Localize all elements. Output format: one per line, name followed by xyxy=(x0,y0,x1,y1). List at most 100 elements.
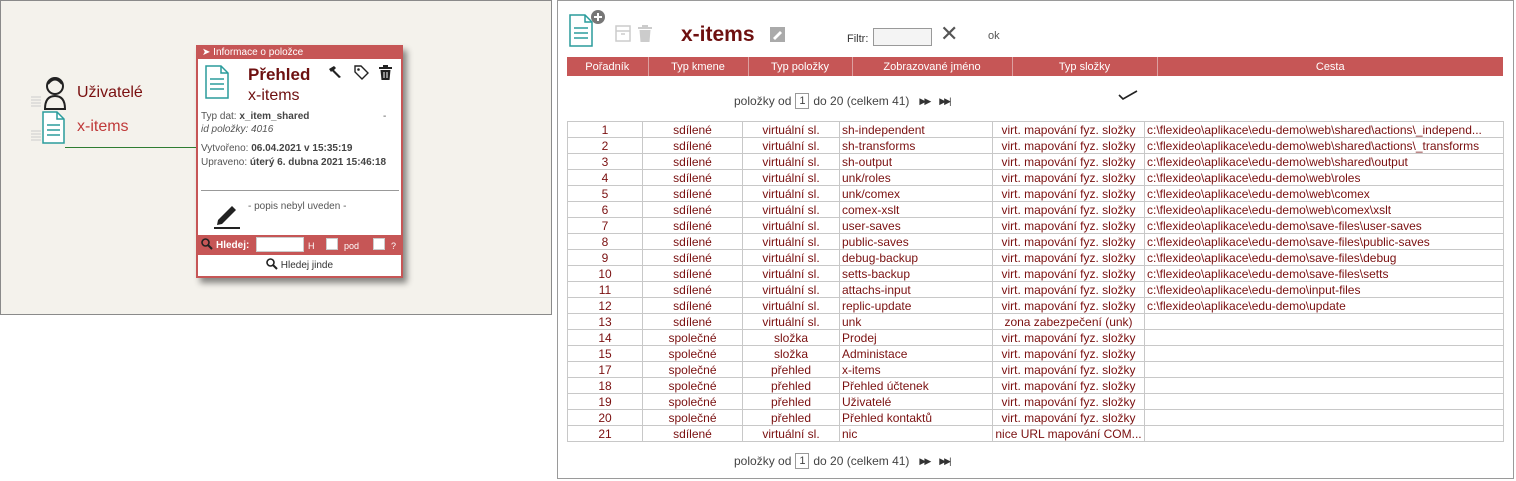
row-order[interactable]: 5 xyxy=(567,185,643,202)
row-item-type[interactable]: přehled xyxy=(742,377,840,394)
row-order[interactable]: 4 xyxy=(567,169,643,186)
row-display-name[interactable]: attachs-input xyxy=(839,281,993,298)
row-folder-type[interactable]: virt. mapování fyz. složky xyxy=(992,361,1145,378)
table-row[interactable]: 1 sdílené virtuální sl. sh-independent virt.… xyxy=(567,121,1504,138)
row-item-type[interactable]: virtuální sl. xyxy=(742,201,840,218)
row-item-type[interactable]: virtuální sl. xyxy=(742,137,840,154)
tree-label-xitems[interactable]: x-items xyxy=(77,118,129,136)
row-order[interactable]: 19 xyxy=(567,393,643,410)
archive-icon[interactable] xyxy=(615,25,631,47)
row-stem-type[interactable]: společné xyxy=(642,345,743,362)
column-header-stem-type[interactable]: Typ kmene xyxy=(648,57,749,76)
row-path[interactable]: c:\flexideo\aplikace\edu-demo\save-files… xyxy=(1144,233,1504,250)
row-order[interactable]: 8 xyxy=(567,233,643,250)
filter-ok-button[interactable]: ok xyxy=(988,30,1000,42)
trash-icon[interactable] xyxy=(638,25,652,47)
row-folder-type[interactable]: zona zabezpečení (unk) xyxy=(992,313,1145,330)
popup-search-input[interactable] xyxy=(256,237,304,252)
row-path[interactable]: c:\flexideo\aplikace\edu-demo\web\comex xyxy=(1144,185,1504,202)
row-stem-type[interactable]: sdílené xyxy=(642,121,743,138)
checkmark-icon[interactable] xyxy=(1118,87,1138,104)
row-folder-type[interactable]: virt. mapování fyz. složky xyxy=(992,201,1145,218)
table-row[interactable]: 11 sdílené virtuální sl. attachs-input virt.… xyxy=(567,281,1504,298)
next-page-icon[interactable]: ▶▶ xyxy=(919,96,931,107)
row-item-type[interactable]: virtuální sl. xyxy=(742,121,840,138)
row-order[interactable]: 6 xyxy=(567,201,643,218)
row-path[interactable] xyxy=(1144,409,1504,426)
table-row[interactable]: 18 společné přehled Přehled účtenek virt. ma… xyxy=(567,377,1504,394)
row-path[interactable]: c:\flexideo\aplikace\edu-demo\save-files… xyxy=(1144,217,1504,234)
row-display-name[interactable]: public-saves xyxy=(839,233,993,250)
row-path[interactable]: c:\flexideo\aplikace\edu-demo\save-files… xyxy=(1144,249,1504,266)
column-header-item-type[interactable]: Typ položky xyxy=(748,57,853,76)
table-row[interactable]: 9 sdílené virtuální sl. debug-backup virt. m… xyxy=(567,249,1504,266)
row-display-name[interactable]: unk xyxy=(839,313,993,330)
row-order[interactable]: 11 xyxy=(567,281,643,298)
row-display-name[interactable]: user-saves xyxy=(839,217,993,234)
trash-icon[interactable] xyxy=(379,65,392,84)
row-folder-type[interactable]: virt. mapování fyz. složky xyxy=(992,185,1145,202)
edit-tag-icon[interactable] xyxy=(770,27,785,47)
table-row[interactable]: 20 společné přehled Přehled kontaktů virt. m… xyxy=(567,409,1504,426)
row-stem-type[interactable]: sdílené xyxy=(642,185,743,202)
add-document-icon[interactable] xyxy=(568,9,608,50)
table-row[interactable]: 8 sdílené virtuální sl. public-saves virt. m… xyxy=(567,233,1504,250)
row-order[interactable]: 3 xyxy=(567,153,643,170)
row-display-name[interactable]: replic-update xyxy=(839,297,993,314)
row-order[interactable]: 7 xyxy=(567,217,643,234)
table-row[interactable]: 10 sdílené virtuální sl. setts-backup virt. … xyxy=(567,265,1504,282)
row-order[interactable]: 15 xyxy=(567,345,643,362)
row-order[interactable]: 18 xyxy=(567,377,643,394)
row-folder-type[interactable]: virt. mapování fyz. složky xyxy=(992,153,1145,170)
table-row[interactable]: 5 sdílené virtuální sl. unk/comex virt. mapo… xyxy=(567,185,1504,202)
row-display-name[interactable]: Přehled kontaktů xyxy=(839,409,993,426)
table-row[interactable]: 21 sdílené virtuální sl. nic nice URL mapová… xyxy=(567,425,1504,442)
row-item-type[interactable]: virtuální sl. xyxy=(742,153,840,170)
row-folder-type[interactable]: virt. mapování fyz. složky xyxy=(992,265,1145,282)
close-icon[interactable]: ✕ xyxy=(940,21,958,47)
row-path[interactable]: c:\flexideo\aplikace\edu-demo\web\shared… xyxy=(1144,153,1504,170)
row-display-name[interactable]: Přehled účtenek xyxy=(839,377,993,394)
table-row[interactable]: 6 sdílené virtuální sl. comex-xslt virt. map… xyxy=(567,201,1504,218)
row-stem-type[interactable]: sdílené xyxy=(642,217,743,234)
row-item-type[interactable]: virtuální sl. xyxy=(742,281,840,298)
row-stem-type[interactable]: sdílené xyxy=(642,169,743,186)
last-page-icon[interactable]: ▶▶| xyxy=(939,96,951,107)
row-path[interactable] xyxy=(1144,393,1504,410)
table-row[interactable]: 2 sdílené virtuální sl. sh-transforms virt. … xyxy=(567,137,1504,154)
row-order[interactable]: 10 xyxy=(567,265,643,282)
row-display-name[interactable]: debug-backup xyxy=(839,249,993,266)
row-order[interactable]: 1 xyxy=(567,121,643,138)
row-item-type[interactable]: virtuální sl. xyxy=(742,217,840,234)
row-order[interactable]: 20 xyxy=(567,409,643,426)
search-q-checkbox[interactable] xyxy=(373,238,385,250)
row-stem-type[interactable]: společné xyxy=(642,361,743,378)
row-stem-type[interactable]: sdílené xyxy=(642,313,743,330)
row-stem-type[interactable]: sdílené xyxy=(642,249,743,266)
table-row[interactable]: 3 sdílené virtuální sl. sh-output virt. mapo… xyxy=(567,153,1504,170)
row-display-name[interactable]: setts-backup xyxy=(839,265,993,282)
row-stem-type[interactable]: sdílené xyxy=(642,265,743,282)
row-order[interactable]: 12 xyxy=(567,297,643,314)
row-path[interactable]: c:\flexideo\aplikace\edu-demo\save-files… xyxy=(1144,265,1504,282)
row-folder-type[interactable]: virt. mapování fyz. složky xyxy=(992,169,1145,186)
hammer-icon[interactable] xyxy=(328,65,342,83)
last-page-icon[interactable]: ▶▶| xyxy=(939,456,951,467)
row-item-type[interactable]: virtuální sl. xyxy=(742,313,840,330)
row-item-type[interactable]: virtuální sl. xyxy=(742,265,840,282)
column-header-display-name[interactable]: Zobrazované jméno xyxy=(852,57,1013,76)
table-row[interactable]: 12 sdílené virtuální sl. replic-update virt.… xyxy=(567,297,1504,314)
row-path[interactable]: c:\flexideo\aplikace\edu-demo\web\comex\… xyxy=(1144,201,1504,218)
row-stem-type[interactable]: společné xyxy=(642,329,743,346)
next-page-icon[interactable]: ▶▶ xyxy=(919,456,931,467)
table-row[interactable]: 14 společné složka Prodej virt. mapování fyz… xyxy=(567,329,1504,346)
row-display-name[interactable]: unk/roles xyxy=(839,169,993,186)
pencil-icon[interactable] xyxy=(214,201,240,232)
row-order[interactable]: 17 xyxy=(567,361,643,378)
search-pod-checkbox[interactable] xyxy=(326,238,338,250)
row-path[interactable] xyxy=(1144,425,1504,442)
row-item-type[interactable]: složka xyxy=(742,345,840,362)
row-stem-type[interactable]: společné xyxy=(642,409,743,426)
row-stem-type[interactable]: sdílené xyxy=(642,153,743,170)
column-header-order[interactable]: Pořadník xyxy=(567,57,649,76)
